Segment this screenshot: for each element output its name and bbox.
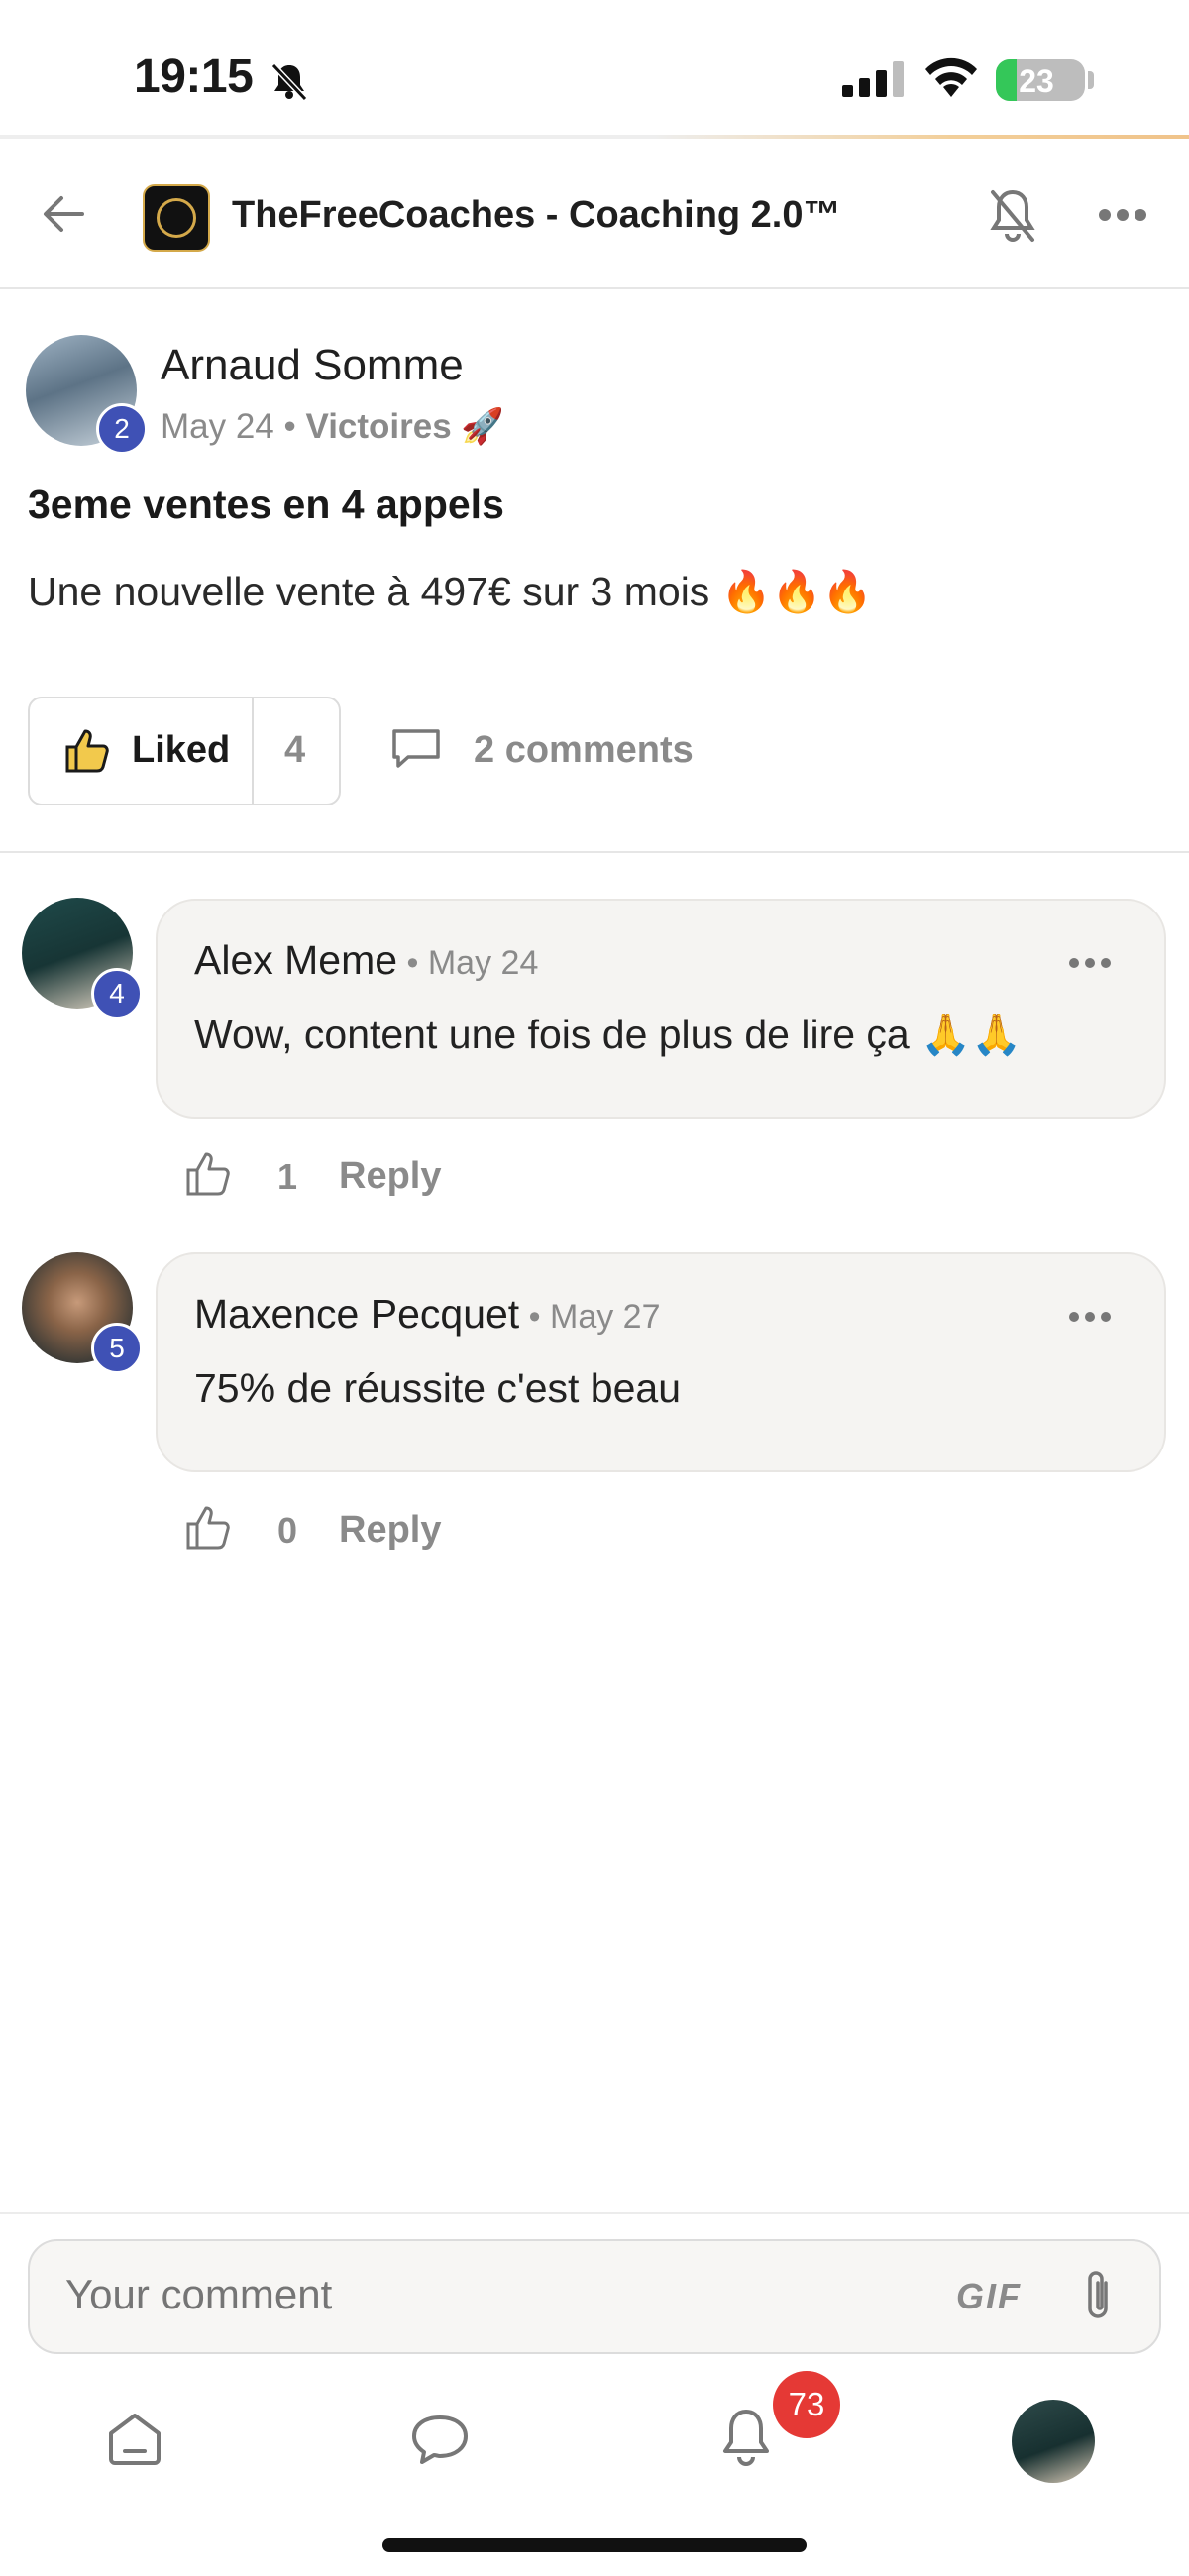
attach-button[interactable]: [1080, 2267, 1116, 2329]
author-name[interactable]: Arnaud Somme: [161, 341, 464, 390]
post-category[interactable]: Victoires 🚀: [305, 407, 504, 446]
back-button[interactable]: [40, 190, 87, 243]
like-divider: [252, 698, 254, 804]
paperclip-icon: [1088, 2271, 1108, 2318]
gif-button[interactable]: GIF: [956, 2276, 1022, 2317]
group-title[interactable]: TheFreeCoaches - Coaching 2.0™: [232, 194, 841, 237]
mute-notifications-button[interactable]: [989, 186, 1036, 251]
group-logo[interactable]: [143, 184, 210, 252]
reply-button[interactable]: Reply: [339, 1509, 441, 1552]
more-horizontal-icon: [1099, 209, 1146, 221]
comments-count-link[interactable]: 2 comments: [474, 729, 694, 772]
comment-more-button[interactable]: [1068, 1310, 1112, 1328]
home-indicator[interactable]: [382, 2538, 807, 2552]
comment-text: Wow, content une fois de plus de lire ça…: [194, 1012, 1023, 1057]
post-date: May 24: [161, 407, 274, 446]
comment-like-count: 1: [277, 1156, 298, 1197]
commenter-name[interactable]: Alex Meme: [194, 937, 397, 983]
status-time: 19:15: [134, 51, 254, 103]
thumbs-up-icon[interactable]: [184, 1149, 234, 1202]
author-level-badge: 2: [96, 403, 148, 455]
nav-home-button[interactable]: [105, 2410, 164, 2472]
composer-divider: [0, 2212, 1189, 2214]
comment-text: 75% de réussite c'est beau: [194, 1365, 682, 1411]
more-horizontal-icon: [1069, 1312, 1111, 1322]
battery-icon: 23: [996, 59, 1085, 101]
bell-off-icon: [990, 189, 1035, 242]
battery-cap: [1088, 71, 1094, 89]
thumbs-up-filled-icon[interactable]: [63, 727, 111, 778]
comment-bubble-icon[interactable]: [390, 727, 442, 776]
comment-like-count: 0: [277, 1510, 298, 1551]
more-horizontal-icon: [1069, 958, 1111, 968]
battery-level: 23: [1019, 63, 1054, 99]
thumbs-up-icon[interactable]: [184, 1503, 234, 1556]
like-label[interactable]: Liked: [132, 729, 230, 772]
nav-notifications-button[interactable]: [720, 2406, 772, 2474]
like-count[interactable]: 4: [284, 729, 305, 772]
reply-button[interactable]: Reply: [339, 1155, 441, 1198]
cellular-signal-icon: [842, 61, 906, 102]
more-options-button[interactable]: [1098, 208, 1147, 227]
commenter-name[interactable]: Maxence Pecquet: [194, 1291, 519, 1337]
post-meta: May 24 • Victoires 🚀: [161, 406, 504, 447]
comment-header: Maxence Pecquet • May 27: [194, 1291, 661, 1338]
nav-profile-avatar[interactable]: [1012, 2400, 1095, 2483]
section-divider: [0, 851, 1189, 853]
chat-bubble-icon: [412, 2415, 468, 2464]
post-title: 3eme ventes en 4 appels: [28, 482, 504, 527]
arrow-left-icon: [44, 196, 84, 232]
comment-date: • May 24: [397, 944, 539, 982]
commenter-level-badge: 4: [91, 968, 143, 1020]
notification-count-badge: 73: [773, 2371, 840, 2438]
comment-input[interactable]: [65, 2271, 858, 2318]
commenter-level-badge: 5: [91, 1323, 143, 1374]
comment-header: Alex Meme • May 24: [194, 937, 538, 984]
bell-icon: [723, 2410, 769, 2466]
meta-separator: •: [273, 407, 306, 446]
home-icon: [109, 2414, 161, 2465]
comment-bubble: [156, 899, 1166, 1119]
wifi-icon: [923, 57, 979, 104]
silent-mode-icon: [268, 61, 311, 106]
comment-bubble: [156, 1252, 1166, 1472]
post-body: Une nouvelle vente à 497€ sur 3 mois 🔥🔥🔥: [28, 569, 873, 614]
comment-date: • May 27: [519, 1298, 661, 1336]
nav-chat-button[interactable]: [408, 2412, 472, 2472]
comment-more-button[interactable]: [1068, 956, 1112, 974]
